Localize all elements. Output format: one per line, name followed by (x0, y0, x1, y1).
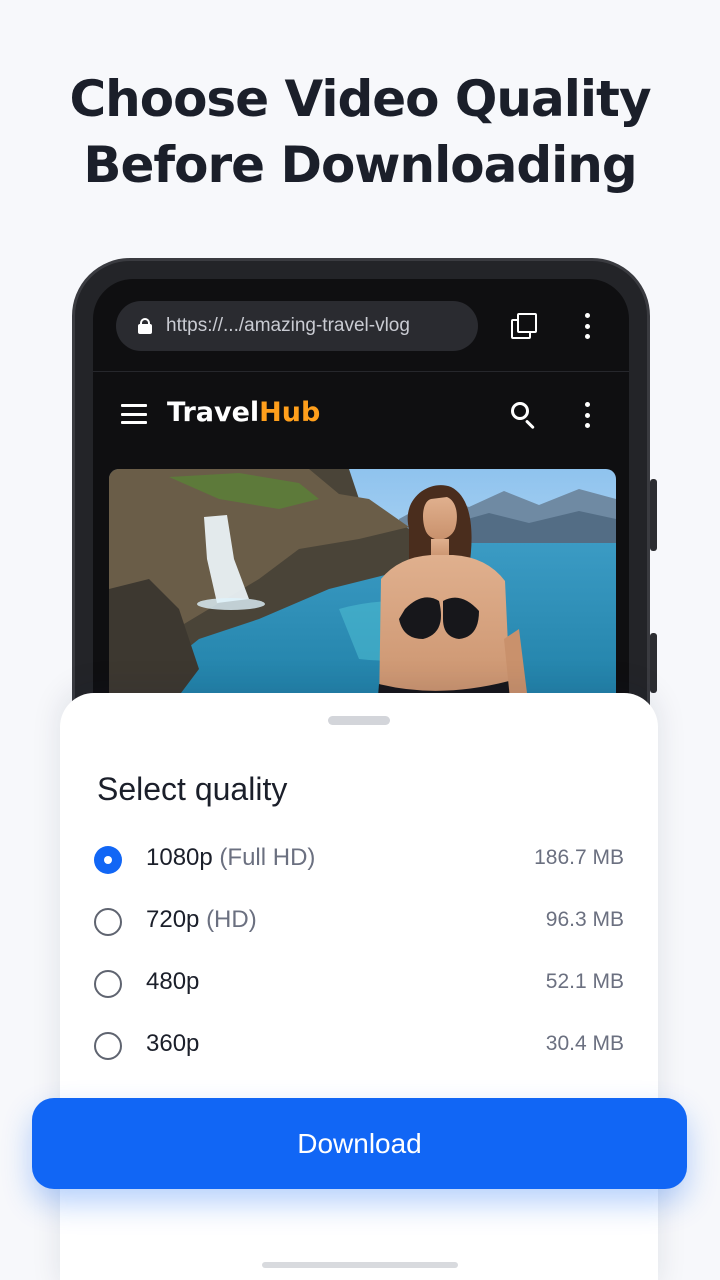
brand-part-2: Hub (259, 397, 321, 428)
option-label: 480p (146, 968, 199, 996)
headline-line-1: Choose Video Quality (69, 70, 651, 128)
quality-option-1080p[interactable]: 1080p (Full HD) 186.7 MB (94, 834, 624, 882)
sheet-title: Select quality (97, 771, 288, 807)
url-text: https://.../amazing-travel-vlog (166, 315, 410, 336)
option-tag: (HD) (206, 906, 257, 933)
tabs-icon[interactable] (511, 313, 537, 339)
quality-option-480p[interactable]: 480p 52.1 MB (94, 958, 624, 1006)
quality-option-360p[interactable]: 360p 30.4 MB (94, 1020, 624, 1068)
site-header: TravelHub (93, 389, 629, 441)
headline: Choose Video Quality Before Downloading (0, 66, 720, 198)
search-icon[interactable] (511, 402, 537, 430)
quality-option-720p[interactable]: 720p (HD) 96.3 MB (94, 896, 624, 944)
option-size: 52.1 MB (545, 970, 624, 993)
more-vert-icon[interactable] (584, 313, 590, 339)
phone-side-button (650, 633, 657, 693)
more-vert-icon[interactable] (584, 402, 590, 428)
option-label: 1080p (Full HD) (146, 844, 315, 872)
option-resolution: 360p (146, 1030, 200, 1057)
radio-unselected-icon[interactable] (94, 970, 122, 998)
option-size: 30.4 MB (545, 1032, 624, 1055)
headline-line-2: Before Downloading (83, 136, 637, 194)
option-tag: (Full HD) (219, 844, 316, 871)
brand-part-1: Travel (167, 397, 260, 428)
option-size: 186.7 MB (534, 846, 624, 869)
address-bar[interactable]: https://.../amazing-travel-vlog (116, 301, 478, 351)
option-size: 96.3 MB (545, 908, 624, 931)
option-resolution: 1080p (146, 844, 213, 871)
lock-icon (138, 318, 152, 334)
download-button-label: Download (297, 1127, 422, 1159)
menu-icon[interactable] (121, 404, 147, 424)
browser-toolbar: https://.../amazing-travel-vlog (93, 301, 629, 351)
option-resolution: 480p (146, 968, 200, 995)
download-button[interactable]: Download (32, 1098, 687, 1189)
option-label: 720p (HD) (146, 906, 257, 934)
thumbnail-illustration (109, 469, 616, 709)
radio-unselected-icon[interactable] (94, 908, 122, 936)
sheet-drag-handle[interactable] (328, 716, 390, 725)
home-indicator[interactable] (262, 1262, 458, 1268)
option-label: 360p (146, 1030, 199, 1058)
option-resolution: 720p (146, 906, 200, 933)
quality-bottom-sheet: Select quality 1080p (Full HD) 186.7 MB … (60, 693, 658, 1280)
phone-side-button (650, 479, 657, 551)
radio-unselected-icon[interactable] (94, 1032, 122, 1060)
video-thumbnail[interactable] (109, 469, 616, 709)
site-logo[interactable]: TravelHub (167, 397, 320, 428)
toolbar-divider (93, 371, 629, 372)
radio-selected-icon[interactable] (94, 846, 122, 874)
